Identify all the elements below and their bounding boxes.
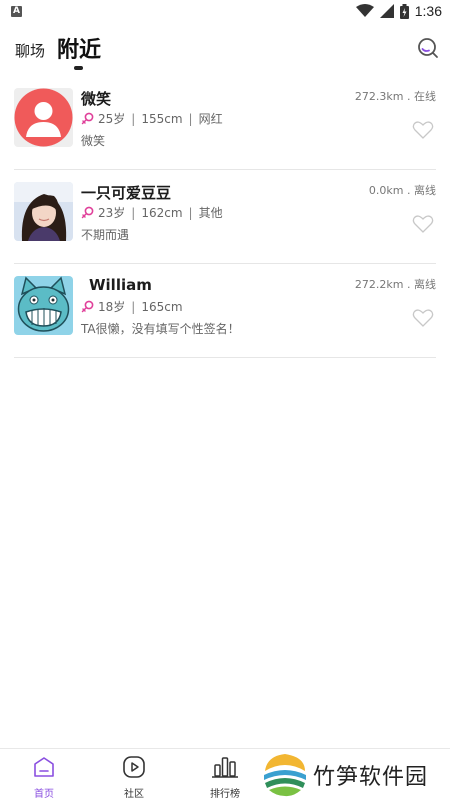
watermark: 竹笋软件园: [263, 753, 428, 797]
list-item[interactable]: 一只可爱豆豆 23岁 | 162cm | 其他 不期而遇 0.0km . 离线: [14, 170, 436, 264]
avatar[interactable]: [14, 88, 73, 147]
avatar[interactable]: [14, 276, 73, 335]
default-avatar-icon: [14, 88, 73, 147]
user-age: 18岁: [98, 300, 126, 314]
user-meta: 18岁 | 165cm: [81, 298, 183, 315]
heart-icon[interactable]: [412, 214, 434, 234]
bottom-nav: 首页 社区 排行榜 竹笋软件园: [0, 748, 450, 800]
user-tag: 网红: [198, 112, 223, 126]
wifi-icon: [355, 4, 374, 17]
watermark-text: 竹笋软件园: [313, 765, 429, 790]
heart-icon[interactable]: [412, 308, 434, 328]
nearby-user-list: 微笑 25岁 | 155cm | 网红 微笑 272.3km . 在线 一只可爱…: [14, 76, 436, 358]
nav-ranking-label: 排行榜: [210, 789, 240, 800]
avatar[interactable]: [14, 182, 73, 241]
user-tag: 其他: [198, 206, 223, 220]
cartoon-cat-avatar: [14, 276, 73, 335]
user-age: 23岁: [98, 206, 126, 220]
notification-badge: A: [11, 6, 22, 17]
list-item[interactable]: 微笑 25岁 | 155cm | 网红 微笑 272.3km . 在线: [14, 76, 436, 170]
tab-nearby[interactable]: 附近: [57, 32, 101, 64]
top-tabs: 聊场 附近: [0, 28, 450, 74]
play-circle-icon: [123, 756, 145, 778]
nav-home-label: 首页: [34, 789, 54, 800]
female-icon: [81, 206, 94, 219]
user-signature: 不期而遇: [81, 228, 130, 242]
user-name: William: [89, 276, 152, 294]
user-distance-status: 0.0km . 离线: [368, 184, 436, 197]
user-height: 162cm: [141, 205, 183, 220]
user-signature: TA很懒，没有填写个性签名！: [81, 322, 240, 336]
user-signature: 微笑: [81, 134, 106, 148]
user-name: 微笑: [81, 90, 112, 108]
user-meta: 23岁 | 162cm | 其他: [81, 204, 223, 221]
user-distance-status: 272.2km . 离线: [354, 278, 436, 291]
heart-icon[interactable]: [412, 120, 434, 140]
status-bar: A 1:36: [0, 0, 450, 24]
status-time: 1:36: [414, 3, 442, 19]
bamboo-logo-icon: [264, 754, 306, 797]
user-distance-status: 272.3km . 在线: [354, 90, 436, 103]
female-icon: [81, 300, 94, 313]
user-height: 165cm: [141, 299, 183, 314]
tab-indicator: [74, 66, 83, 70]
home-icon: [34, 757, 54, 777]
ranking-bars-icon: [212, 757, 238, 778]
user-height: 155cm: [141, 111, 183, 126]
user-meta: 25岁 | 155cm | 网红: [81, 110, 223, 127]
battery-icon: [399, 3, 409, 19]
female-icon: [81, 112, 94, 125]
nav-ranking[interactable]: 排行榜: [195, 755, 255, 800]
signal-icon: [379, 4, 394, 18]
status-icons: 1:36: [355, 3, 442, 19]
user-age: 25岁: [98, 112, 126, 126]
list-item[interactable]: William 18岁 | 165cm TA很懒，没有填写个性签名！ 272.2…: [14, 264, 436, 358]
user-name: 一只可爱豆豆: [81, 184, 172, 202]
photo-girl-avatar: [14, 182, 73, 241]
nav-community[interactable]: 社区: [104, 755, 164, 800]
tab-chat[interactable]: 聊场: [15, 40, 45, 61]
search-icon[interactable]: [416, 36, 440, 60]
nav-home[interactable]: 首页: [14, 755, 74, 800]
nav-community-label: 社区: [124, 789, 144, 800]
